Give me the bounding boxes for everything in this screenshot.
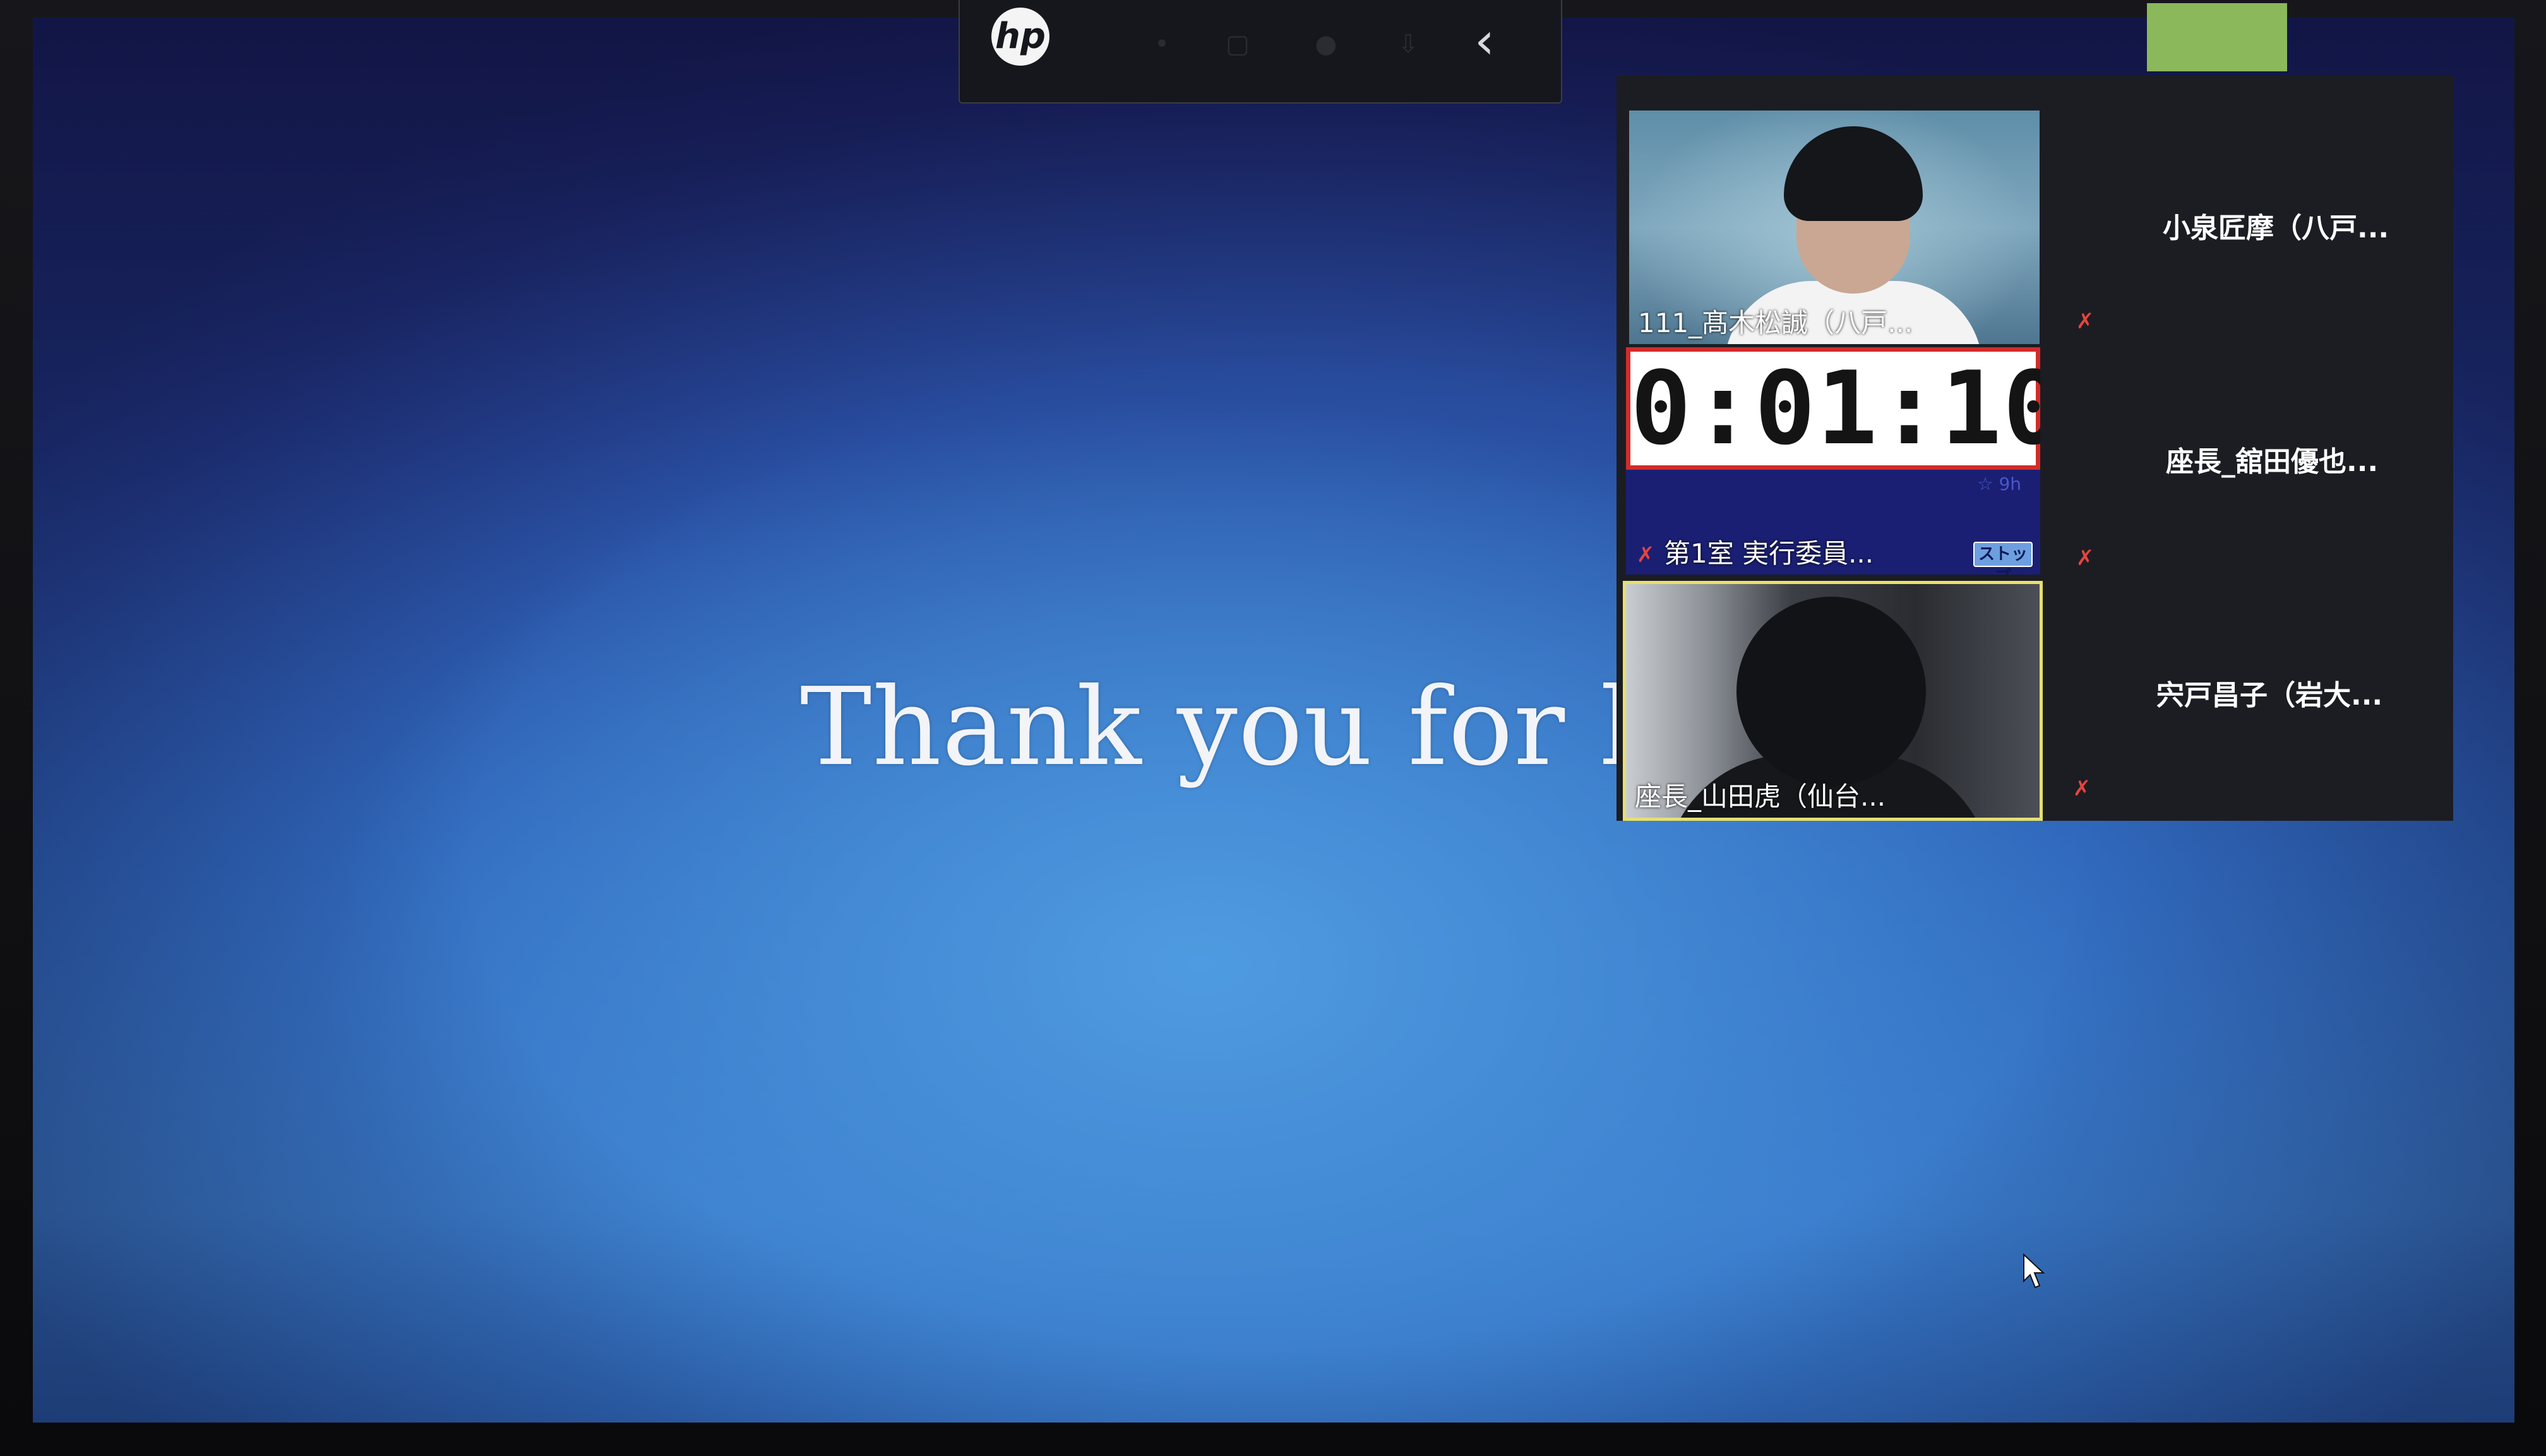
mic-muted-icon: ✗ [1636,542,1655,568]
chevron-left-icon[interactable]: ‹ [1462,13,1507,69]
active-speaker-video-tile[interactable]: 座長_山田虎（仙台... [1623,581,2043,821]
mouse-cursor-icon [2023,1253,2045,1289]
timer-display: 0:01:10 [1626,347,2040,470]
mic-muted-icon: ✗ [2072,776,2091,801]
toolbar-button-icon[interactable]: ▢ [1225,32,1250,57]
participant-video-tile[interactable]: 111_髙木松誠（八戸... [1629,110,2040,344]
hp-logo-icon: hp [991,8,1049,66]
participant-name-label: 座長_山田虎（仙台... [1635,781,1886,812]
timer-tile[interactable]: 0:01:10 ☆ 9h ✗ 第1室 実行委員... ストップ [1626,347,2040,575]
participant-name-side[interactable]: 座長_舘田優也... [2166,439,2378,479]
participant-gallery: 111_髙木松誠（八戸... ✗ 0:01:10 ☆ 9h ✗ 第1室 実行委員… [1617,76,2453,821]
dot-icon[interactable]: • [1149,32,1174,57]
record-icon[interactable]: ● [1313,32,1339,57]
participant-name-side[interactable]: 小泉匠摩（八戸... [2163,205,2389,246]
participant-hair [1784,126,1923,221]
share-icon[interactable]: ⇩ [1396,32,1421,57]
mic-muted-icon: ✗ [2076,309,2095,334]
participant-name-label: 第1室 実行委員... [1664,538,1874,569]
timer-small-text: ☆ 9h [1977,474,2021,494]
status-indicator [2147,3,2287,71]
mic-muted-icon: ✗ [2076,546,2095,571]
floating-toolbar: hp • ▢ ● ⇩ ‹ [959,0,1562,104]
participant-head [1736,597,1926,786]
stop-button[interactable]: ストップ [1973,542,2033,575]
participant-name-label: 111_髙木松誠（八戸... [1638,307,1913,338]
participant-name-side[interactable]: 宍戸昌子（岩大... [2156,672,2382,713]
